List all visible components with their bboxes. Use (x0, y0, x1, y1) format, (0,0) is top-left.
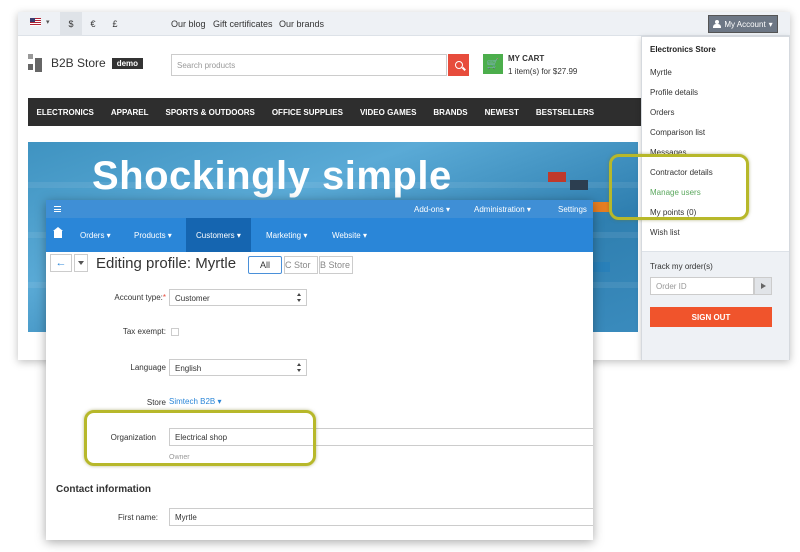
search-button[interactable] (448, 54, 469, 76)
store-logo[interactable]: B2B Store demo (28, 52, 144, 74)
menu-myrtle[interactable]: Myrtle (650, 68, 672, 77)
menu-manage-users[interactable]: Manage users (650, 188, 701, 197)
store-tab-b-store[interactable]: B Store (319, 256, 353, 274)
us-flag-icon (30, 18, 41, 26)
hero-title: Shockingly simple (92, 154, 452, 198)
menu-contractor-details[interactable]: Contractor details (650, 168, 713, 177)
organization-input[interactable]: Electrical shop (169, 428, 593, 446)
store-label: Store (146, 398, 166, 407)
currency-gbp[interactable]: £ (104, 12, 126, 36)
tax-exempt-checkbox[interactable] (171, 328, 179, 336)
home-icon[interactable] (53, 227, 63, 238)
back-button[interactable]: ← (50, 254, 72, 272)
demo-badge: demo (111, 57, 144, 69)
organization-label: Organization (110, 433, 156, 442)
first-name-input[interactable]: Myrtle (169, 508, 593, 526)
menu-orders[interactable]: Orders (650, 108, 674, 117)
sign-out-button[interactable]: SIGN OUT (650, 307, 772, 327)
track-order-button[interactable] (754, 277, 772, 295)
hamburger-icon[interactable] (54, 206, 61, 212)
cart-title[interactable]: MY CART (508, 54, 544, 63)
search-input[interactable]: Search products (171, 54, 447, 76)
currency-usd[interactable]: $ (60, 12, 82, 36)
select-arrows-icon (297, 363, 302, 373)
language-selector[interactable] (30, 17, 44, 27)
tax-exempt-label: Tax exempt: (122, 327, 166, 336)
track-order-title: Track my order(s) (650, 262, 713, 271)
nav-marketing[interactable]: Marketing ▾ (266, 218, 307, 252)
first-name-label: First name: (117, 513, 158, 522)
store-selector[interactable]: Simtech B2B ▾ (169, 397, 222, 406)
menu-add-ons[interactable]: Add-ons ▾ (414, 205, 450, 214)
my-account-button[interactable]: My Account ▾ (708, 15, 778, 33)
contact-information-heading: Contact information (56, 484, 151, 495)
category-video-games[interactable]: VIDEO GAMES (360, 108, 416, 117)
arrow-right-icon (760, 283, 766, 289)
language-label: Language (130, 363, 166, 372)
link-gift-certificates[interactable]: Gift certificates (213, 19, 273, 29)
menu-settings[interactable]: Settings (558, 205, 587, 214)
account-type-label: Account type:* (114, 293, 166, 302)
category-electronics[interactable]: ELECTRONICS (37, 108, 94, 117)
admin-top-bar: Add-ons ▾ Administration ▾ Settings (46, 200, 593, 218)
select-arrows-icon (297, 293, 302, 303)
arrow-left-icon: ← (55, 257, 67, 269)
nav-customers[interactable]: Customers ▾ (186, 218, 251, 252)
logo-icon (28, 54, 46, 72)
category-newest[interactable]: NEWEST (485, 108, 519, 117)
order-id-input[interactable]: Order ID (650, 277, 754, 295)
store-tab-c-store[interactable]: C Stor (284, 256, 318, 274)
chevron-down-icon: ▾ (46, 19, 50, 26)
required-marker: * (162, 293, 166, 302)
menu-administration[interactable]: Administration ▾ (474, 205, 531, 214)
category-office-supplies[interactable]: OFFICE SUPPLIES (272, 108, 343, 117)
more-button[interactable] (74, 254, 88, 272)
category-nav: ELECTRONICS APPAREL SPORTS & OUTDOORS OF… (28, 98, 642, 126)
category-brands[interactable]: BRANDS (433, 108, 467, 117)
category-bestsellers[interactable]: BESTSELLERS (536, 108, 594, 117)
link-our-brands[interactable]: Our brands (279, 19, 324, 29)
category-sports-outdoors[interactable]: SPORTS & OUTDOORS (165, 108, 254, 117)
dropdown-store-name: Electronics Store (650, 45, 716, 54)
store-tab-all[interactable]: All (248, 256, 282, 274)
cart-summary[interactable]: 1 item(s) for $27.99 (508, 67, 577, 76)
nav-orders[interactable]: Orders ▾ (80, 218, 111, 252)
currency-eur[interactable]: € (82, 12, 104, 36)
cart-icon[interactable]: 🛒 (483, 54, 503, 74)
my-account-label: My Account (724, 19, 766, 29)
admin-window: Add-ons ▾ Administration ▾ Settings Orde… (46, 200, 593, 540)
account-type-select[interactable]: Customer (169, 289, 307, 306)
chevron-down-icon: ▾ (768, 19, 773, 29)
logo-text: B2B Store (51, 56, 106, 70)
category-apparel[interactable]: APPAREL (111, 108, 149, 117)
page-title: Editing profile: Myrtle (96, 255, 237, 272)
chevron-down-icon (78, 261, 84, 265)
account-dropdown: Electronics Store Myrtle Profile details… (641, 36, 790, 360)
track-order-section: Track my order(s) Order ID SIGN OUT (642, 251, 789, 360)
storefront-topbar: ▾ $ € £ Our blog Gift certificates Our b… (18, 12, 790, 36)
menu-messages[interactable]: Messages (650, 148, 686, 157)
organization-hint: Owner (169, 454, 190, 461)
magnify-icon (454, 61, 463, 69)
person-icon (713, 20, 722, 28)
menu-profile-details[interactable]: Profile details (650, 88, 698, 97)
menu-my-points[interactable]: My points (0) (650, 208, 696, 217)
admin-main-nav: Orders ▾ Products ▾ Customers ▾ Marketin… (46, 218, 593, 252)
language-select[interactable]: English (169, 359, 307, 376)
nav-website[interactable]: Website ▾ (332, 218, 367, 252)
nav-products[interactable]: Products ▾ (134, 218, 172, 252)
link-our-blog[interactable]: Our blog (171, 19, 206, 29)
menu-comparison-list[interactable]: Comparison list (650, 128, 705, 137)
menu-wish-list[interactable]: Wish list (650, 228, 680, 237)
